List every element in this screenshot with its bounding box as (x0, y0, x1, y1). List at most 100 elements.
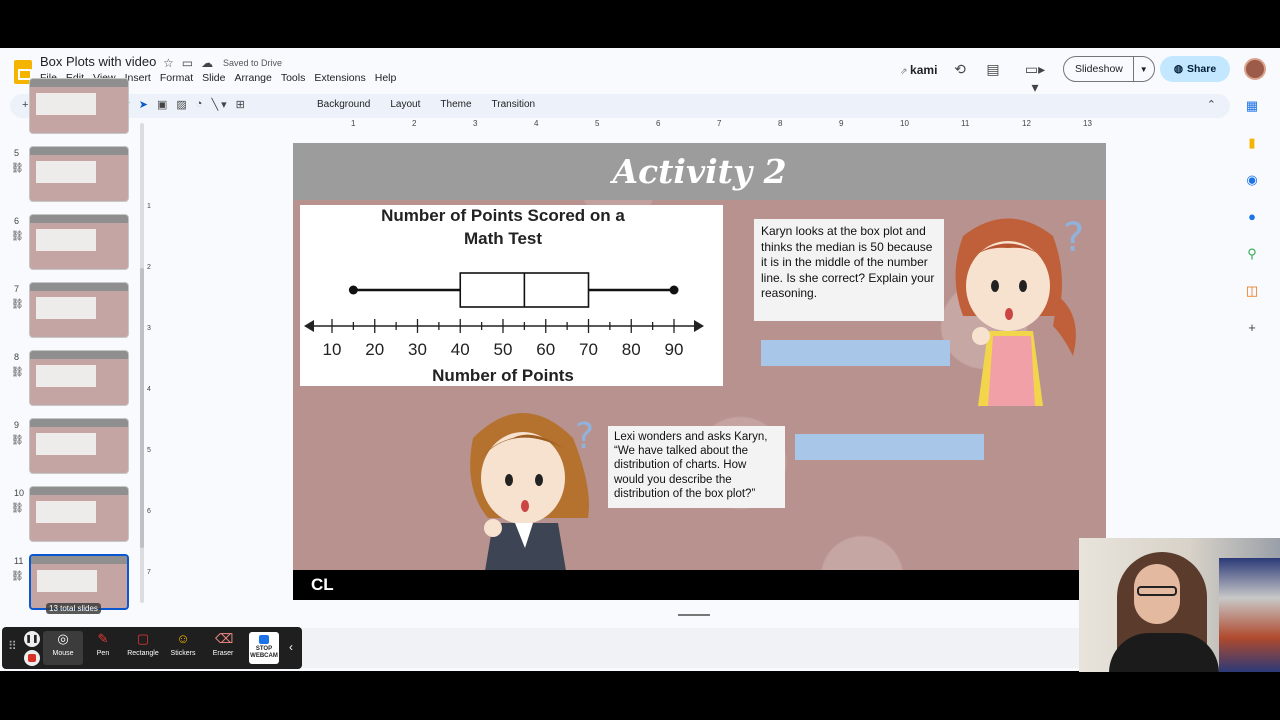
star-icon[interactable]: ☆ (163, 56, 174, 70)
ruler-tick-label: 11 (961, 119, 970, 128)
lexi-thinking-illustration[interactable]: ? (453, 398, 603, 583)
chevron-down-icon[interactable]: ▼ (1132, 56, 1154, 82)
kami-tool-rectangle[interactable]: ▢ Rectangle (123, 631, 163, 657)
slide-thumbnail[interactable] (29, 554, 129, 610)
answer-box-2[interactable] (795, 434, 984, 460)
slide-canvas[interactable]: Activity 2 Number of Points Scored on a … (293, 143, 1106, 600)
slide-number: 8 (14, 352, 20, 362)
add-addon-icon[interactable]: + (1244, 320, 1260, 336)
menu-slide[interactable]: Slide (202, 72, 225, 84)
image-icon[interactable]: ▨ (176, 98, 186, 111)
ruler-tick-label: 9 (839, 119, 844, 128)
speaker-notes-handle[interactable] (678, 614, 710, 616)
menu-format[interactable]: Format (160, 72, 193, 84)
stop-webcam-label-1: STOP (255, 646, 273, 652)
box-plot-card[interactable]: Number of Points Scored on a Math Test N… (300, 205, 723, 386)
slide-thumbnail[interactable] (29, 418, 129, 474)
speaker-notes-area[interactable] (160, 628, 1240, 668)
plot-title-line2: Math Test (464, 229, 542, 248)
slideshow-button[interactable]: Slideshow ▼ (1063, 56, 1155, 82)
ruler-tick-label: 4 (147, 386, 151, 393)
kami-tool-pen[interactable]: ✎ Pen (83, 631, 123, 657)
slide-number: 7 (14, 284, 20, 294)
version-history-icon[interactable]: ⟲ (951, 60, 969, 78)
background-button[interactable]: Background (317, 99, 370, 110)
stop-webcam-button[interactable]: STOP WEBCAM (249, 632, 279, 664)
app-header: Box Plots with video ☆ ▭ ☁ Saved to Driv… (0, 48, 1280, 95)
slide-number: 6 (14, 216, 20, 226)
comment-add-icon[interactable]: ⊞ (236, 98, 245, 111)
slide-thumbnail[interactable] (29, 486, 129, 542)
stickers-icon: ☺ (176, 631, 190, 646)
slide-thumbnail[interactable] (29, 282, 129, 338)
user-avatar[interactable] (1244, 58, 1266, 80)
tick-label: 10 (323, 340, 342, 359)
ruler-tick-label: 3 (147, 325, 151, 332)
menu-arrange[interactable]: Arrange (234, 72, 271, 84)
slide-thumbnail[interactable] (29, 146, 129, 202)
footer-logo: CL (311, 575, 334, 594)
slide-thumbnail-row[interactable]: 8 ⛓ (8, 350, 136, 410)
filmstrip-scrollbar[interactable] (140, 268, 144, 548)
line-icon[interactable]: ╲ ▾ (211, 98, 226, 111)
slide-thumbnail[interactable] (29, 214, 129, 270)
slide-number: 11 (14, 556, 24, 566)
slide-thumbnail-row[interactable]: 6 ⛓ (8, 214, 136, 274)
lexi-question-box[interactable]: Lexi wonders and asks Karyn, “We have ta… (608, 426, 785, 508)
contacts-icon[interactable]: ● (1244, 209, 1260, 225)
webcam-feed[interactable] (1079, 538, 1280, 672)
meet-camera-icon[interactable]: ▭▸ ▾ (1020, 60, 1050, 95)
tick-label: 30 (408, 340, 427, 359)
slide-thumbnail-partial[interactable] (8, 78, 136, 136)
calendar-icon[interactable]: ▦ (1244, 98, 1260, 114)
ruler-tick-label: 2 (412, 119, 417, 128)
kami-tool-mouse[interactable]: ◎ Mouse (43, 631, 83, 665)
layout-button[interactable]: Layout (390, 99, 420, 110)
tick-label: 70 (579, 340, 598, 359)
menu-tools[interactable]: Tools (281, 72, 306, 84)
kami-tool-stickers[interactable]: ☺ Stickers (163, 631, 203, 657)
transition-button[interactable]: Transition (492, 99, 536, 110)
comments-icon[interactable]: ▤ (984, 60, 1002, 78)
tick-label: 80 (622, 340, 641, 359)
text-box-icon[interactable]: ▣ (157, 98, 167, 111)
vertical-ruler: 1 2 3 4 5 6 7 (145, 143, 157, 603)
slide-thumbnail-row[interactable]: 9 ⛓ (8, 418, 136, 478)
theme-button[interactable]: Theme (440, 99, 471, 110)
chevron-up-icon[interactable]: ⌃ (1207, 98, 1216, 111)
stop-recording-icon[interactable] (24, 650, 40, 666)
shape-icon[interactable]: ◔ (196, 98, 203, 111)
linked-slide-icon: ⛓ (11, 299, 24, 310)
drag-handle-icon[interactable]: ⠿ (8, 639, 17, 653)
slideshow-label: Slideshow (1075, 63, 1123, 75)
slide-thumbnail-row[interactable]: 10 ⛓ (8, 486, 136, 546)
menu-help[interactable]: Help (375, 72, 397, 84)
maps-icon[interactable]: ⚲ (1244, 246, 1260, 262)
slide-number: 5 (14, 148, 20, 158)
select-icon[interactable]: ➤ (139, 98, 148, 111)
slide-thumbnail-row[interactable]: 7 ⛓ (8, 282, 136, 342)
slide-number: 10 (14, 488, 25, 498)
tick-label: 60 (536, 340, 555, 359)
slide-thumbnail[interactable] (29, 78, 129, 134)
slide-thumbnail[interactable] (29, 350, 129, 406)
menu-extensions[interactable]: Extensions (314, 72, 365, 84)
slide-thumbnail-row[interactable]: 5 ⛓ (8, 146, 136, 206)
collapse-chevron-left-icon[interactable]: ‹ (289, 640, 293, 654)
kami-extension-button[interactable]: ⇗ kami (900, 63, 937, 77)
karyn-thinking-illustration[interactable]: ? (933, 206, 1093, 416)
move-folder-icon[interactable]: ▭ (182, 56, 193, 70)
toolbar-text-buttons: Background Layout Theme Transition (317, 99, 535, 110)
ruler-tick-label: 8 (778, 119, 783, 128)
share-button[interactable]: ◍ Share (1160, 56, 1230, 82)
document-title[interactable]: Box Plots with video (40, 54, 156, 69)
tasks-icon[interactable]: ◉ (1244, 172, 1260, 188)
linked-slide-icon: ⛓ (11, 503, 24, 514)
office-addon-icon[interactable]: ◫ (1244, 283, 1260, 299)
answer-box-1[interactable] (761, 340, 950, 366)
karyn-question-box[interactable]: Karyn looks at the box plot and thinks t… (754, 219, 944, 321)
keep-icon[interactable]: ▮ (1244, 135, 1260, 151)
kami-tool-eraser[interactable]: ⌫ Eraser (203, 631, 243, 657)
pause-icon[interactable]: ❚❚ (24, 631, 40, 647)
slide-title[interactable]: Activity 2 (293, 152, 1106, 191)
